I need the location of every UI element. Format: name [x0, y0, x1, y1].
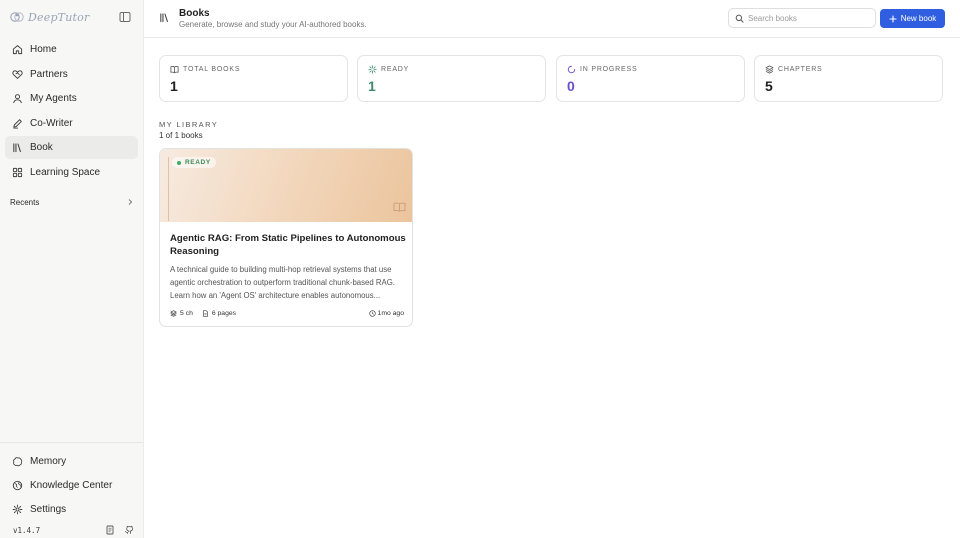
user-icon: [13, 94, 22, 104]
recents-toggle[interactable]: Recents: [10, 197, 134, 207]
logo-icon: [10, 12, 24, 22]
stat-label: IN PROGRESS: [580, 66, 638, 73]
stat-label: TOTAL BOOKS: [183, 66, 241, 73]
book-updated: 1mo ago: [368, 309, 404, 317]
cover-spine-line: [168, 157, 169, 221]
app-name: DeepTutor: [28, 10, 90, 24]
memory-icon: [13, 457, 23, 467]
gear-icon: [12, 504, 23, 515]
book-chapters: 5 ch: [170, 310, 193, 317]
layers-icon: [170, 309, 177, 317]
stat-label-row: IN PROGRESS: [567, 65, 637, 74]
sidebar-item-label: My Agents: [30, 93, 77, 104]
status-badge: READY: [172, 157, 216, 168]
book-description: A technical guide to building multi-hop …: [170, 265, 395, 300]
sidebar-item-label: Book: [30, 142, 53, 153]
heart-handshake-icon: [12, 69, 23, 79]
search-input[interactable]: [748, 13, 868, 23]
app-version: v1.4.7: [13, 526, 41, 535]
spinner-icon: [567, 65, 576, 74]
sidebar: DeepTutor Home Partners My Agents Co-Wri…: [0, 0, 144, 538]
sidebar-bottom-nav: Memory Knowledge Center Settings: [5, 450, 138, 522]
sidebar-item-label: Co-Writer: [30, 117, 73, 129]
recents-label: Recents: [10, 197, 40, 207]
book-title[interactable]: Agentic RAG: From Static Pipelines to Au…: [170, 232, 406, 258]
stat-label: CHAPTERS: [778, 66, 823, 73]
sidebar-item-knowledge-center[interactable]: Knowledge Center: [5, 474, 138, 497]
stat-card-ready: READY 1: [357, 55, 546, 102]
sidebar-divider: [0, 442, 143, 443]
library-count: 1 of 1 books: [159, 131, 203, 140]
sidebar-nav: Home Partners My Agents Co-Writer Book L…: [5, 38, 138, 185]
stat-label: READY: [381, 66, 410, 73]
globe-icon: [12, 480, 23, 491]
book-cover: READY: [160, 149, 412, 222]
book-open-icon: [393, 202, 406, 212]
home-icon: [12, 45, 23, 55]
sidebar-item-co-writer[interactable]: Co-Writer: [5, 112, 138, 135]
plus-icon: [889, 14, 897, 23]
stat-value: 5: [765, 78, 773, 94]
page-subtitle: Generate, browse and study your AI-autho…: [179, 20, 367, 29]
stat-value: 1: [368, 78, 376, 94]
sidebar-item-label: Settings: [30, 504, 67, 515]
sidebar-item-learning-space[interactable]: Learning Space: [5, 161, 138, 184]
file-icon: [202, 309, 208, 317]
github-icon[interactable]: [124, 525, 134, 535]
stat-label-row: CHAPTERS: [765, 65, 823, 74]
stat-card-total-books: TOTAL BOOKS 1: [159, 55, 348, 102]
chevron-right-icon: [128, 199, 133, 205]
sidebar-item-label: Home: [30, 44, 57, 55]
new-book-label: New book: [900, 14, 937, 23]
sidebar-item-partners[interactable]: Partners: [5, 63, 138, 86]
sidebar-item-memory[interactable]: Memory: [5, 450, 138, 473]
sidebar-item-book[interactable]: Book: [5, 136, 138, 159]
docs-icon[interactable]: [105, 525, 115, 535]
sidebar-item-label: Learning Space: [30, 166, 101, 178]
sidebar-item-my-agents[interactable]: My Agents: [5, 87, 138, 110]
library-icon: [13, 143, 21, 153]
book-card[interactable]: READY Agentic RAG: From Static Pipelines…: [159, 148, 413, 327]
search-box[interactable]: [728, 8, 876, 28]
layers-icon: [765, 65, 774, 74]
book-chapters-count: 5 ch: [180, 309, 193, 317]
book-pages-count: 6 pages: [211, 309, 237, 317]
sidebar-item-home[interactable]: Home: [5, 38, 138, 61]
stat-card-in-progress: IN PROGRESS 0: [556, 55, 745, 102]
sidebar-item-label: Knowledge Center: [30, 480, 113, 491]
page-header: Books Generate, browse and study your AI…: [144, 0, 960, 38]
sparkle-icon: [368, 65, 377, 74]
search-icon: [735, 14, 744, 23]
book-pages: 6 pages: [202, 310, 236, 317]
stat-label-row: TOTAL BOOKS: [170, 65, 240, 74]
stat-value: 1: [170, 78, 178, 94]
status-dot: [177, 160, 181, 165]
sidebar-item-label: Memory: [30, 456, 67, 467]
book-open-icon: [170, 66, 179, 74]
stat-card-chapters: CHAPTERS 5: [754, 55, 943, 102]
clock-icon: [368, 309, 376, 317]
stat-label-row: READY: [368, 65, 409, 74]
stat-value: 0: [567, 78, 575, 94]
app-logo[interactable]: DeepTutor: [10, 9, 134, 25]
page-title: Books: [179, 8, 210, 19]
library-icon: [160, 13, 168, 23]
sidebar-toggle-icon[interactable]: [118, 10, 132, 24]
new-book-button[interactable]: New book: [880, 9, 945, 28]
library-heading: MY LIBRARY: [159, 120, 219, 129]
sidebar-item-label: Partners: [30, 68, 68, 80]
sidebar-item-settings[interactable]: Settings: [5, 498, 138, 521]
status-badge-label: READY: [185, 159, 211, 166]
book-updated-time: 1mo ago: [377, 309, 404, 317]
pen-icon: [13, 118, 22, 128]
grid-icon: [12, 167, 23, 177]
book-meta: 5 ch 6 pages 1mo ago: [170, 308, 404, 318]
